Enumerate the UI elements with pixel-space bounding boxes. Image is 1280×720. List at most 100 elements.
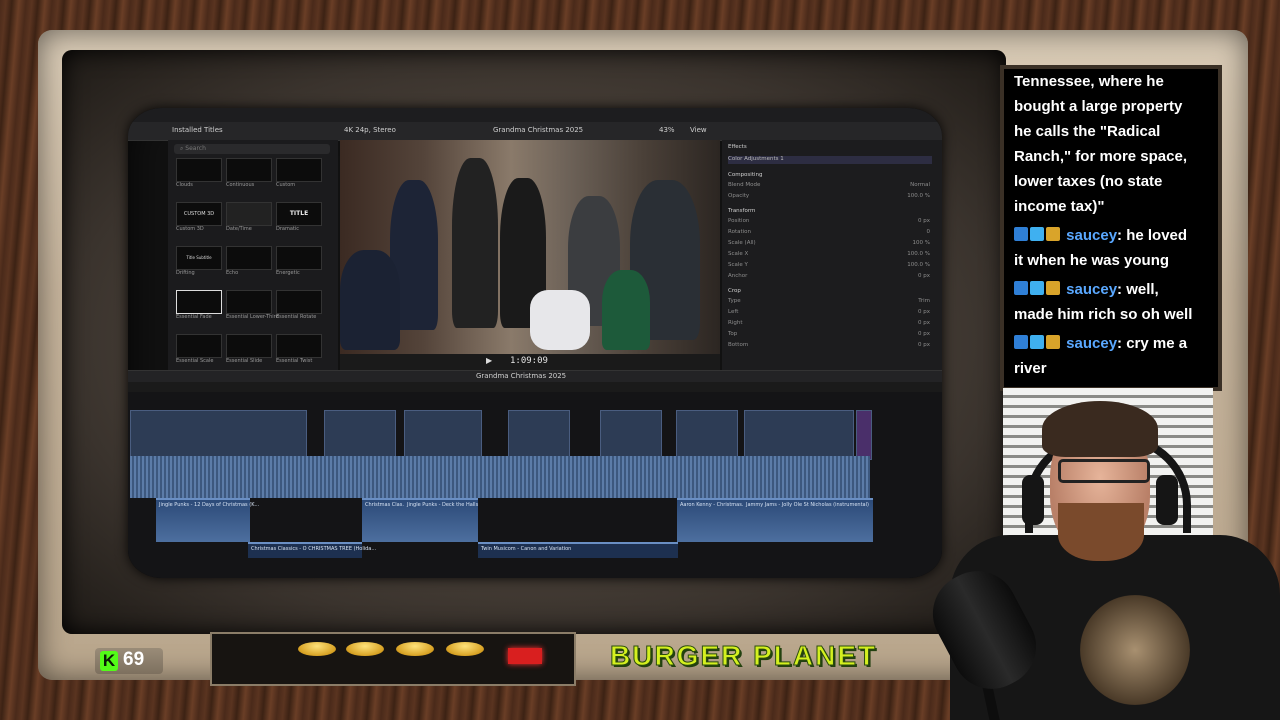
transform-header[interactable]: Transform [728,208,755,214]
view-menu[interactable]: View [690,126,707,134]
titles-browser: ⌕ Search Clouds Continuous Custom CUSTOM… [168,140,338,370]
chat-text: he calls the "Radical [1014,123,1161,140]
chat-text: Tennessee, where he [1014,73,1164,90]
crop-top-label: Top [728,331,738,337]
shirt-graphic [1080,595,1190,705]
chat-text: made him rich so oh well [1014,306,1193,323]
chat-username[interactable]: saucey [1066,227,1117,244]
title-thumb[interactable] [276,290,322,314]
play-icon[interactable]: ▶ [486,356,492,365]
browser-search-input[interactable]: ⌕ Search [174,144,330,154]
title-thumb[interactable] [226,158,272,182]
title-thumb[interactable]: CUSTOM 3D [176,202,222,226]
color-adjustments-row[interactable]: Color Adjustments 1 [728,156,932,164]
timeline-project-name: Grandma Christmas 2025 [476,372,567,380]
video-clip[interactable] [324,410,396,460]
audio-clip[interactable]: Aaron Kenny - Christmas... [677,498,747,542]
scale-all-label: Scale (All) [728,240,756,246]
headphone-ear [1156,475,1178,525]
burger-planet-sign: BURGER PLANET [609,640,878,672]
project-name: Grandma Christmas 2025 [493,126,584,134]
title-thumb[interactable]: Title Subtitle [176,246,222,270]
chat-message: saucey: he loved [1014,223,1187,249]
crop-left-label: Left [728,309,739,315]
inspector-panel: Effects Color Adjustments 1 Compositing … [722,140,942,370]
scale-x-value[interactable]: 100.0 % [907,251,930,257]
title-label: Continuous [226,182,255,188]
title-thumb[interactable] [176,334,222,358]
viewer-playbar[interactable]: ▶ 1:09:09 [340,354,720,370]
video-clip[interactable] [744,410,854,460]
crop-type-label: Type [728,298,741,304]
crop-bottom-label: Bottom [728,342,749,348]
scale-all-value[interactable]: 100 % [913,240,930,246]
crop-header[interactable]: Crop [728,288,741,294]
tv-knob [346,642,384,656]
title-thumb-selected[interactable] [176,290,222,314]
crop-bottom-value[interactable]: 0 px [918,342,930,348]
crop-top-value[interactable]: 0 px [918,331,930,337]
title-thumb[interactable] [276,334,322,358]
crop-left-value[interactable]: 0 px [918,309,930,315]
title-label: Essential Lower-Third [226,314,279,320]
audio-clip[interactable]: Jammy Jams - Jolly Ole St Nicholas (inst… [743,498,873,542]
title-thumb[interactable] [226,290,272,314]
video-clip[interactable] [404,410,482,460]
audio-clip[interactable]: Christmas Clas... [362,498,407,542]
video-clip[interactable] [676,410,738,460]
video-viewer: ▶ 1:09:09 [340,140,720,370]
title-thumb[interactable] [176,158,222,182]
scale-y-value[interactable]: 100.0 % [907,262,930,268]
chat-username[interactable]: saucey [1066,335,1117,352]
chat-text: bought a large property [1014,98,1183,115]
crop-right-value[interactable]: 0 px [918,320,930,326]
audio-clip[interactable]: Christmas Classics - O CHRISTMAS TREE (H… [248,542,376,558]
audio-waveform[interactable] [130,456,870,498]
inspector-effects[interactable]: Effects [728,144,747,150]
anchor-label: Anchor [728,273,748,279]
title-label: Echo [226,270,239,276]
title-thumb[interactable] [226,246,272,270]
rotation-value[interactable]: 0 [927,229,931,235]
title-thumb[interactable] [226,334,272,358]
editor-toolbar: Installed Titles 4K 24p, Stereo Grandma … [128,122,942,141]
chat-text: river [1014,360,1047,377]
blend-mode-label: Blend Mode [728,182,761,188]
blend-mode-value[interactable]: Normal [910,182,930,188]
title-thumb[interactable] [226,202,272,226]
position-value[interactable]: 0 px [918,218,930,224]
title-thumb[interactable] [276,246,322,270]
title-label: Essential Rotate [276,314,317,320]
video-clip[interactable] [130,410,307,460]
audio-clip[interactable]: Twin Musicom - Canon and Variation [478,542,678,558]
video-clip[interactable] [508,410,570,460]
audio-clip[interactable]: Jingle Punks - 12 Days of Christmas (K..… [156,498,259,542]
video-clip[interactable] [600,410,662,460]
badge-icons [1014,278,1062,303]
webcam-feed [930,395,1280,720]
title-label: Custom [276,182,296,188]
family-video-frame [340,140,720,354]
title-label: Essential Fade [176,314,212,320]
crop-type-value[interactable]: Trim [918,298,930,304]
chat-text: lower taxes (no state [1014,173,1163,190]
rotation-label: Rotation [728,229,752,235]
streamer-beard [1058,503,1144,561]
video-clip[interactable] [856,410,872,460]
anchor-value[interactable]: 0 px [918,273,930,279]
chat-text: income tax)" [1014,198,1105,215]
title-label: Essential Slide [226,358,263,364]
scale-x-label: Scale X [728,251,749,257]
zoom-level[interactable]: 43% [659,126,675,134]
viewer-format: 4K 24p, Stereo [344,126,396,134]
title-label: Essential Scale [176,358,214,364]
title-thumb[interactable] [276,158,322,182]
opacity-value[interactable]: 100.0 % [907,193,930,199]
audio-clip[interactable]: Jingle Punks - Deck the Halls [404,498,478,542]
browser-header[interactable]: Installed Titles [172,126,223,134]
timeline-ruler[interactable] [128,382,942,392]
title-thumb[interactable]: TITLE [276,202,322,226]
chat-username[interactable]: saucey [1066,281,1117,298]
chat-text: it when he was young [1014,252,1170,269]
compositing-header[interactable]: Compositing [728,172,762,178]
